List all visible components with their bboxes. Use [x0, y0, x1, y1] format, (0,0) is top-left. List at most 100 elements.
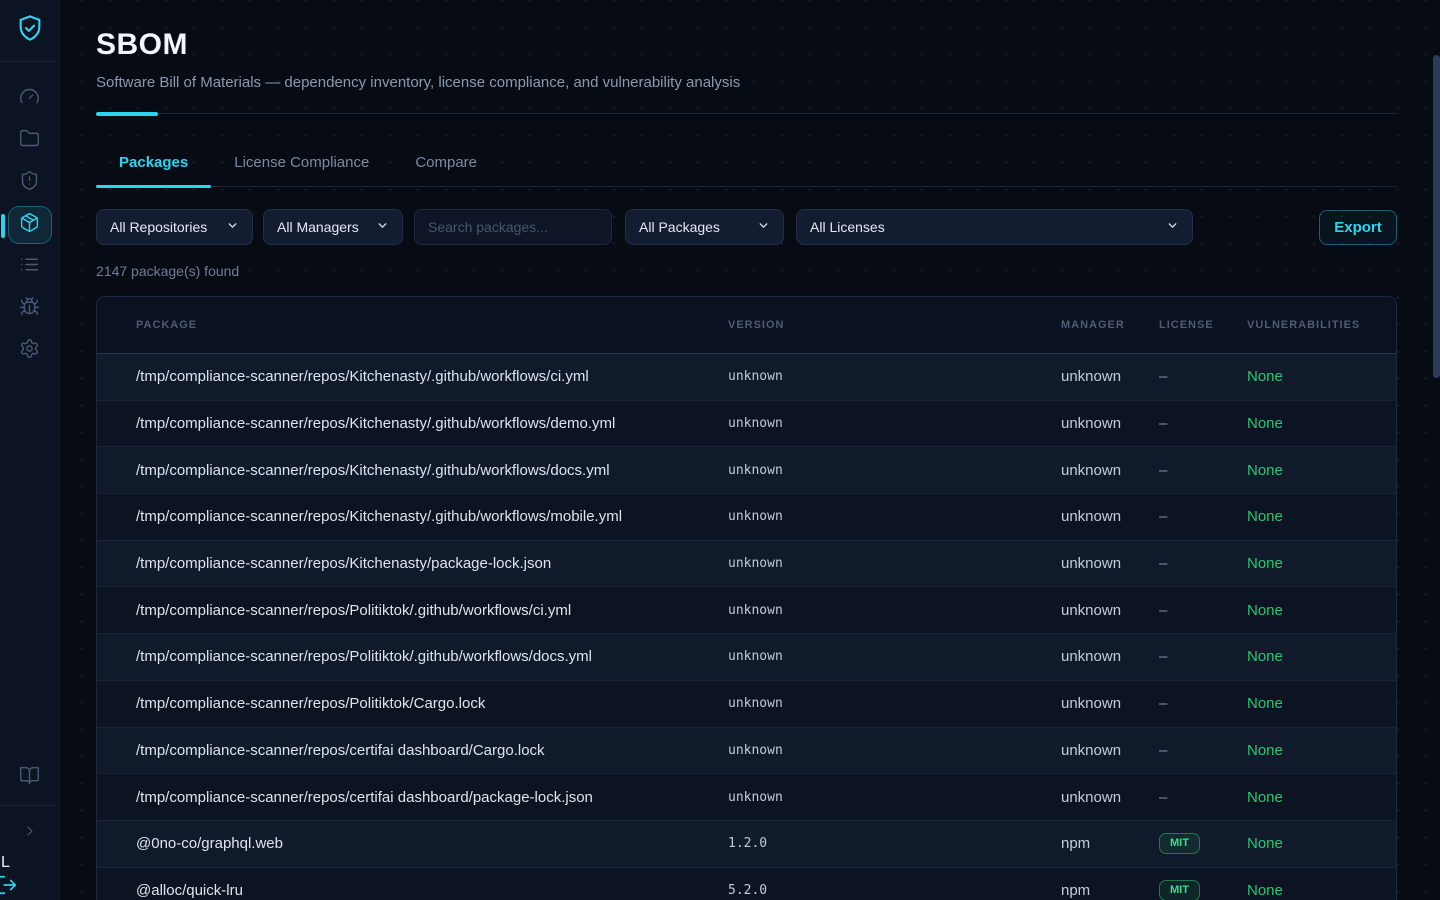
repository-select-value: All Repositories [110, 219, 207, 235]
package-version: unknown [728, 649, 1061, 664]
search-input[interactable] [414, 209, 612, 245]
column-header-license: License [1159, 319, 1247, 331]
sidebar-item-dashboard[interactable] [8, 80, 52, 118]
package-manager: unknown [1061, 602, 1159, 619]
package-license: MIT [1159, 880, 1247, 900]
sidebar-item-vulnerabilities[interactable] [8, 290, 52, 328]
package-manager: unknown [1061, 742, 1159, 759]
table-row[interactable]: /tmp/compliance-scanner/repos/Kitchenast… [97, 447, 1396, 494]
gear-icon [19, 338, 40, 364]
package-manager: unknown [1061, 695, 1159, 712]
repository-select[interactable]: All Repositories [96, 209, 253, 245]
column-header-vulnerabilities: Vulnerabilities [1247, 319, 1396, 331]
results-count: 2147 package(s) found [96, 263, 1397, 279]
sidebar-item-settings[interactable] [8, 332, 52, 370]
package-manager: unknown [1061, 555, 1159, 572]
table-body: /tmp/compliance-scanner/repos/Kitchenast… [97, 354, 1396, 900]
package-license: – [1159, 695, 1247, 712]
sidebar-item-docs[interactable] [8, 759, 52, 797]
app-logo[interactable] [0, 0, 59, 62]
manager-select-value: All Managers [277, 219, 359, 235]
package-version: unknown [728, 743, 1061, 758]
vertical-scrollbar[interactable] [1433, 55, 1440, 378]
package-manager: unknown [1061, 789, 1159, 806]
sidebar-item-sbom[interactable] [8, 206, 52, 244]
tab-license-compliance[interactable]: License Compliance [211, 154, 392, 186]
table-row[interactable]: /tmp/compliance-scanner/repos/Kitchenast… [97, 401, 1396, 448]
page-subtitle: Software Bill of Materials — dependency … [96, 74, 1397, 91]
package-path: /tmp/compliance-scanner/repos/Kitchenast… [136, 415, 728, 432]
package-vulnerabilities: None [1247, 602, 1396, 619]
shield-check-icon [16, 14, 44, 47]
folder-icon [19, 128, 40, 154]
package-version: 1.2.0 [728, 836, 1061, 851]
package-vulnerabilities: None [1247, 415, 1396, 432]
package-icon [19, 212, 40, 238]
active-indicator [1, 214, 5, 238]
package-path: /tmp/compliance-scanner/repos/Kitchenast… [136, 368, 728, 385]
sidebar-nav [0, 80, 59, 370]
sidebar: L [0, 0, 60, 900]
table-row[interactable]: /tmp/compliance-scanner/repos/Politiktok… [97, 634, 1396, 681]
package-type-select[interactable]: All Packages [625, 209, 784, 245]
package-version: unknown [728, 603, 1061, 618]
package-license: – [1159, 648, 1247, 665]
table-row[interactable]: /tmp/compliance-scanner/repos/Politiktok… [97, 587, 1396, 634]
partial-label: L [1, 854, 10, 872]
sidebar-item-compliance[interactable] [8, 164, 52, 202]
sidebar-item-repositories[interactable] [8, 122, 52, 160]
table-row[interactable]: @0no-co/graphql.web 1.2.0 npm MIT None [97, 821, 1396, 868]
sidebar-collapse-toggle[interactable] [8, 814, 52, 852]
package-vulnerabilities: None [1247, 555, 1396, 572]
package-vulnerabilities: None [1247, 368, 1396, 385]
package-license: – [1159, 789, 1247, 806]
tab-bar: Packages License Compliance Compare [96, 154, 1397, 187]
export-button[interactable]: Export [1319, 210, 1397, 245]
filter-bar: All Repositories All Managers All Packag… [96, 209, 1397, 245]
sidebar-item-inventory[interactable] [8, 248, 52, 286]
table-row[interactable]: /tmp/compliance-scanner/repos/certifai d… [97, 774, 1396, 821]
package-path: /tmp/compliance-scanner/repos/Kitchenast… [136, 462, 728, 479]
package-vulnerabilities: None [1247, 882, 1396, 899]
package-manager: unknown [1061, 462, 1159, 479]
package-path: /tmp/compliance-scanner/repos/Kitchenast… [136, 555, 728, 572]
package-manager: npm [1061, 835, 1159, 852]
title-divider-accent [96, 112, 158, 116]
package-version: unknown [728, 369, 1061, 384]
logout-icon[interactable] [0, 874, 18, 900]
package-manager: unknown [1061, 508, 1159, 525]
package-path: /tmp/compliance-scanner/repos/Politiktok… [136, 648, 728, 665]
table-row[interactable]: /tmp/compliance-scanner/repos/Kitchenast… [97, 354, 1396, 401]
packages-table: Package Version Manager License Vulnerab… [96, 296, 1397, 900]
table-row[interactable]: /tmp/compliance-scanner/repos/Politiktok… [97, 681, 1396, 728]
package-path: /tmp/compliance-scanner/repos/certifai d… [136, 789, 728, 806]
tab-compare[interactable]: Compare [392, 154, 500, 186]
column-header-package: Package [136, 319, 728, 331]
package-path: /tmp/compliance-scanner/repos/Kitchenast… [136, 508, 728, 525]
chevron-down-icon [218, 219, 239, 235]
table-row[interactable]: /tmp/compliance-scanner/repos/Kitchenast… [97, 494, 1396, 541]
table-row[interactable]: /tmp/compliance-scanner/repos/certifai d… [97, 728, 1396, 775]
manager-select[interactable]: All Managers [263, 209, 403, 245]
package-manager: npm [1061, 882, 1159, 899]
tab-packages[interactable]: Packages [96, 154, 211, 186]
shield-alert-icon [19, 170, 40, 196]
list-icon [19, 254, 40, 280]
table-row[interactable]: @alloc/quick-lru 5.2.0 npm MIT None [97, 868, 1396, 900]
package-vulnerabilities: None [1247, 648, 1396, 665]
package-license: – [1159, 462, 1247, 479]
package-version: unknown [728, 463, 1061, 478]
license-select[interactable]: All Licenses [796, 209, 1193, 245]
column-header-version: Version [728, 319, 1061, 331]
book-open-icon [19, 765, 40, 791]
chevron-right-icon [22, 823, 38, 844]
package-license: – [1159, 368, 1247, 385]
table-row[interactable]: /tmp/compliance-scanner/repos/Kitchenast… [97, 541, 1396, 588]
package-license: – [1159, 742, 1247, 759]
package-path: @alloc/quick-lru [136, 882, 728, 899]
chevron-down-icon [368, 219, 389, 235]
package-license: – [1159, 602, 1247, 619]
corner-overflow: L [0, 850, 60, 900]
package-manager: unknown [1061, 368, 1159, 385]
package-vulnerabilities: None [1247, 789, 1396, 806]
